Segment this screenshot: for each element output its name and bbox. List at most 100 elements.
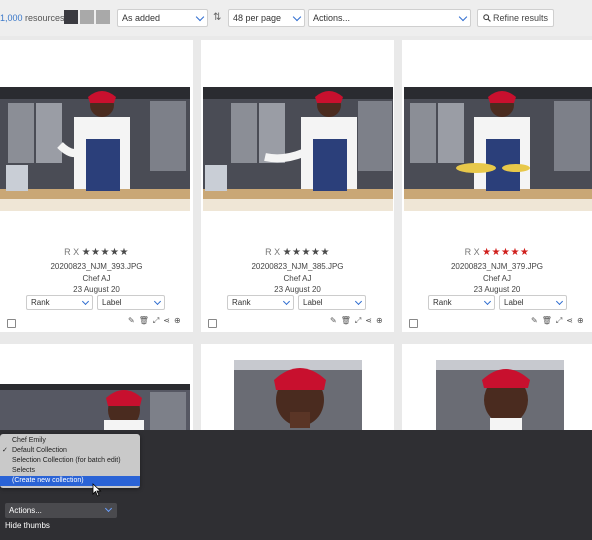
- rating-reset[interactable]: R X: [64, 247, 79, 257]
- collection-option-label: Chef Emily: [12, 437, 46, 444]
- chef-photo: [0, 87, 190, 211]
- expand-icon[interactable]: ⤢: [153, 316, 159, 326]
- author: Chef AJ: [482, 274, 511, 283]
- share-icon[interactable]: ⋖: [365, 316, 372, 326]
- resource-card[interactable]: R X ★★★★★ 20200823_NJM_393.JPG Chef AJ 2…: [0, 40, 193, 332]
- actions-value: Actions...: [313, 13, 351, 23]
- chef-photo: [404, 87, 592, 211]
- chef-photo: [234, 360, 362, 434]
- resource-card[interactable]: [402, 344, 592, 434]
- collection-dropdown-menu: Chef Emily Default Collection Selection …: [0, 434, 140, 488]
- trash-icon[interactable]: 🗑: [542, 316, 552, 326]
- view-toggles: [64, 10, 110, 24]
- rank-select-value: Rank: [232, 298, 251, 307]
- actions-select[interactable]: Actions...: [308, 9, 471, 27]
- resource-thumbnail[interactable]: [234, 360, 362, 434]
- add-icon[interactable]: ⊕: [174, 316, 181, 326]
- chef-photo: [0, 384, 190, 434]
- resource-thumbnail[interactable]: [0, 87, 190, 211]
- sort-order-select[interactable]: As added: [117, 9, 208, 27]
- chevron-down-icon: [555, 297, 564, 306]
- rank-select[interactable]: Rank: [428, 295, 495, 310]
- label-select[interactable]: Label: [298, 295, 366, 310]
- large-thumbs-view-icon[interactable]: [64, 10, 78, 24]
- resource-thumbnail[interactable]: [203, 87, 393, 211]
- result-count: 1,000 resources: [0, 13, 65, 23]
- resource-card[interactable]: R X ★★★★★ 20200823_NJM_385.JPG Chef AJ 2…: [201, 40, 394, 332]
- collection-option-label: (Create new collection): [12, 477, 84, 484]
- rank-select[interactable]: Rank: [227, 295, 294, 310]
- star-rating[interactable]: ★★★★★: [283, 247, 330, 258]
- per-page-select[interactable]: 48 per page: [228, 9, 305, 27]
- card-tools: ✎ 🗑 ⤢ ⋖ ⊕: [531, 316, 584, 326]
- chef-photo: [436, 360, 564, 434]
- trash-icon[interactable]: 🗑: [139, 316, 149, 326]
- resource-card[interactable]: [0, 344, 193, 434]
- chevron-down-icon: [153, 297, 162, 306]
- date: 23 August 20: [473, 285, 521, 294]
- chevron-down-icon: [354, 297, 363, 306]
- rating: R X ★★★★★: [402, 247, 592, 258]
- card-tools: ✎ 🗑 ⤢ ⋖ ⊕: [330, 316, 383, 326]
- hide-thumbs-link[interactable]: Hide thumbs: [5, 521, 50, 530]
- resource-thumbnail[interactable]: [404, 87, 592, 211]
- collection-actions-value: Actions...: [9, 506, 42, 515]
- result-count-label: resources: [22, 13, 65, 23]
- chevron-down-icon: [104, 504, 113, 513]
- add-icon[interactable]: ⊕: [376, 316, 383, 326]
- resource-thumbnail[interactable]: [0, 384, 190, 434]
- collection-actions-select[interactable]: Actions...: [5, 503, 117, 518]
- file-name: 20200823_NJM_379.JPG: [450, 262, 544, 271]
- rating: R X ★★★★★: [0, 247, 193, 258]
- edit-icon[interactable]: ✎: [531, 316, 538, 326]
- create-new-collection-option[interactable]: (Create new collection): [0, 476, 140, 486]
- expand-icon[interactable]: ⤢: [355, 316, 361, 326]
- label-select-value: Label: [102, 298, 122, 307]
- label-select[interactable]: Label: [499, 295, 567, 310]
- cursor-icon: [92, 483, 102, 497]
- sort-icon[interactable]: ⇅: [213, 12, 221, 23]
- chevron-down-icon: [81, 297, 90, 306]
- edit-icon[interactable]: ✎: [128, 316, 135, 326]
- list-view-icon[interactable]: [96, 10, 110, 24]
- select-checkbox[interactable]: [409, 319, 418, 328]
- label-select[interactable]: Label: [97, 295, 165, 310]
- label-select-value: Label: [303, 298, 323, 307]
- share-icon[interactable]: ⋖: [566, 316, 573, 326]
- chevron-down-icon: [483, 297, 492, 306]
- file-name: 20200823_NJM_393.JPG: [50, 262, 143, 271]
- collection-option-label: Default Collection: [12, 447, 67, 454]
- expand-icon[interactable]: ⤢: [556, 316, 562, 326]
- rank-select[interactable]: Rank: [26, 295, 93, 310]
- star-rating[interactable]: ★★★★★: [482, 247, 529, 258]
- search-icon: [483, 14, 491, 22]
- trash-icon[interactable]: 🗑: [341, 316, 351, 326]
- sort-order-value: As added: [122, 13, 161, 23]
- rank-select-value: Rank: [433, 298, 452, 307]
- file-name: 20200823_NJM_385.JPG: [251, 262, 344, 271]
- collection-option[interactable]: Default Collection: [0, 446, 140, 456]
- resource-card[interactable]: R X ★★★★★ 20200823_NJM_379.JPG Chef AJ 2…: [402, 40, 592, 332]
- collection-option[interactable]: Chef Emily: [0, 436, 140, 446]
- collection-option-label: Selection Collection (for batch edit): [12, 457, 121, 464]
- result-count-number: 1,000: [0, 13, 23, 23]
- chef-photo: [203, 87, 393, 211]
- edit-icon[interactable]: ✎: [330, 316, 337, 326]
- chevron-down-icon: [458, 12, 468, 22]
- grid-view-icon[interactable]: [80, 10, 94, 24]
- select-checkbox[interactable]: [208, 319, 217, 328]
- date: 23 August 20: [274, 285, 321, 294]
- collection-option[interactable]: Selects: [0, 466, 140, 476]
- results-toolbar: 1,000 resources As added ⇅ 48 per page A…: [0, 0, 592, 36]
- resource-card[interactable]: [201, 344, 394, 434]
- star-rating[interactable]: ★★★★★: [82, 247, 129, 258]
- collection-option[interactable]: Selection Collection (for batch edit): [0, 456, 140, 466]
- add-icon[interactable]: ⊕: [577, 316, 584, 326]
- rating-reset[interactable]: R X: [265, 247, 280, 257]
- resource-thumbnail[interactable]: [436, 360, 564, 434]
- refine-results-button[interactable]: Refine results: [477, 9, 555, 27]
- select-checkbox[interactable]: [7, 319, 16, 328]
- share-icon[interactable]: ⋖: [163, 316, 170, 326]
- card-tools: ✎ 🗑 ⤢ ⋖ ⊕: [128, 316, 181, 326]
- rating-reset[interactable]: R X: [465, 247, 480, 257]
